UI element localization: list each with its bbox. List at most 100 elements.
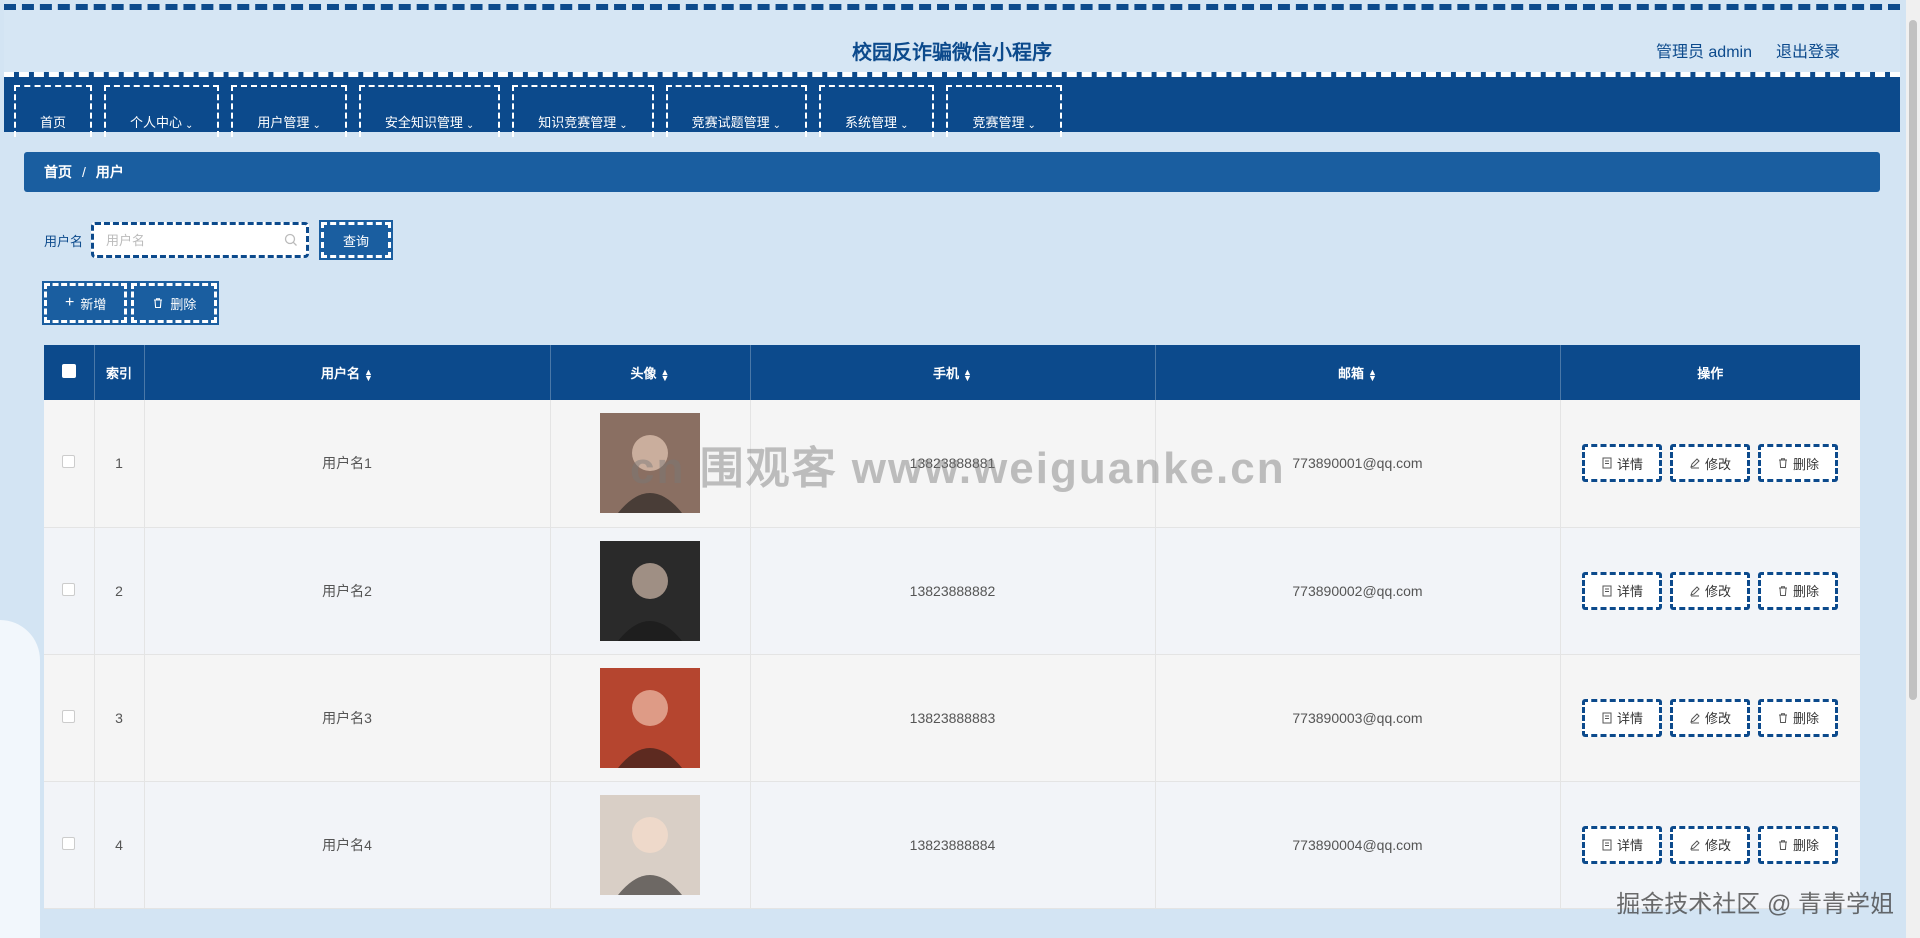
avatar-image [600, 540, 700, 641]
table-header-row: 索引 用户名 ▲ ▼ 头像 ▲ ▼ 手机 ▲ ▼ 邮箱 ▲ ▼ 操作 [44, 345, 1860, 400]
add-button[interactable]: + 新增 [41, 281, 130, 325]
row-avatar-cell [550, 654, 751, 782]
row-checkbox[interactable] [62, 709, 76, 723]
sort-icon[interactable]: ▲ ▼ [364, 367, 373, 382]
nav-item-system-management[interactable]: 系统管理 ⌄ [819, 85, 935, 137]
detail-label: 详情 [1616, 838, 1643, 853]
logout-link[interactable]: 退出登录 [1776, 38, 1840, 62]
delete-button[interactable]: 删除 [1758, 571, 1838, 610]
nav-item-user-management[interactable]: 用户管理 ⌄ [231, 85, 347, 137]
search-bar: 用户名 查询 [44, 220, 394, 260]
edit-label: 修改 [1704, 584, 1731, 599]
top-header: 校园反诈骗微信小程序 管理员 admin 退出登录 [4, 4, 1900, 76]
detail-button[interactable]: 详情 [1582, 571, 1662, 610]
column-header-label: 用户名 [321, 366, 361, 381]
edit-button[interactable]: 修改 [1670, 571, 1750, 610]
current-user-label: 管理员 admin [1655, 44, 1752, 61]
trash-icon [1778, 458, 1787, 469]
nav-item-label: 首页 [40, 115, 67, 130]
edit-button[interactable]: 修改 [1670, 698, 1750, 737]
nav-item-safety-knowledge[interactable]: 安全知识管理 ⌄ [358, 85, 501, 137]
chevron-down-icon: ⌄ [312, 120, 321, 131]
breadcrumb-separator: / [82, 164, 86, 180]
batch-delete-button[interactable]: 删除 [129, 281, 220, 325]
nav-item-contest-questions[interactable]: 竞赛试题管理 ⌄ [665, 85, 808, 137]
edit-icon [1690, 585, 1700, 596]
select-all-column [44, 345, 95, 400]
nav-item-contest-management[interactable]: 竞赛管理 ⌄ [946, 85, 1062, 137]
document-icon [1602, 585, 1612, 596]
nav-item-label: 个人中心 [130, 115, 183, 130]
row-checkbox[interactable] [62, 836, 76, 850]
vertical-scrollbar[interactable] [1906, 0, 1920, 938]
search-field [91, 222, 310, 258]
chevron-down-icon: ⌄ [900, 120, 909, 131]
delete-button[interactable]: 删除 [1758, 698, 1838, 737]
row-username: 用户名3 [144, 654, 551, 782]
decorative-background-shape [0, 620, 40, 938]
document-icon [1602, 712, 1612, 723]
sort-icon[interactable]: ▲ ▼ [963, 367, 972, 382]
trash-icon [154, 298, 163, 309]
document-icon [1602, 839, 1612, 850]
delete-button[interactable]: 删除 [1758, 444, 1838, 483]
edit-button[interactable]: 修改 [1670, 825, 1750, 864]
search-icon [284, 233, 297, 246]
breadcrumb-current: 用户 [95, 164, 124, 180]
detail-button[interactable]: 详情 [1582, 444, 1662, 483]
main-nav: 首页 个人中心 ⌄ 用户管理 ⌄ 安全知识管理 ⌄ 知识竞赛管理 ⌄ 竞赛试题管理 ⌄ 系… [4, 72, 1900, 137]
watermark-bottom: 掘金技术社区 @ 青青学姐 [1616, 891, 1894, 918]
chevron-down-icon: ⌄ [185, 120, 194, 131]
toolbar: + 新增 删除 [41, 281, 220, 325]
delete-button-label: 删除 [170, 296, 197, 312]
nav-item-label: 安全知识管理 [384, 115, 463, 130]
sort-icon[interactable]: ▲ ▼ [661, 367, 670, 382]
trash-icon [1778, 712, 1787, 723]
scrollbar-thumb[interactable] [1909, 20, 1917, 700]
column-header-username[interactable]: 用户名 ▲ ▼ [144, 345, 551, 400]
edit-label: 修改 [1704, 711, 1731, 726]
row-phone: 13823888884 [750, 781, 1156, 909]
app-title: 校园反诈骗微信小程序 [852, 42, 1052, 64]
detail-button[interactable]: 详情 [1582, 825, 1662, 864]
row-operations: 详情 修改 删除 [1560, 654, 1860, 782]
edit-icon [1690, 839, 1700, 850]
table-row: 2 用户名2 13823888882 773890002@qq.com 详情 修… [44, 527, 1860, 655]
edit-button[interactable]: 修改 [1670, 444, 1750, 483]
column-header-label: 头像 [630, 366, 657, 381]
delete-label: 删除 [1792, 711, 1819, 726]
column-header-index: 索引 [94, 345, 145, 400]
row-username: 用户名4 [144, 781, 551, 909]
nav-item-label: 竞赛管理 [972, 115, 1025, 130]
nav-item-personal-center[interactable]: 个人中心 ⌄ [104, 85, 220, 137]
username-search-input[interactable] [106, 232, 277, 248]
chevron-down-icon: ⌄ [619, 120, 628, 131]
column-header-avatar[interactable]: 头像 ▲ ▼ [550, 345, 751, 400]
column-header-email[interactable]: 邮箱 ▲ ▼ [1155, 345, 1561, 400]
table-row: 4 用户名4 13823888884 773890004@qq.com 详情 修… [44, 781, 1860, 909]
column-header-phone[interactable]: 手机 ▲ ▼ [750, 345, 1156, 400]
nav-item-home[interactable]: 首页 [14, 85, 93, 137]
detail-label: 详情 [1616, 456, 1643, 472]
chevron-down-icon: ⌄ [772, 120, 782, 131]
query-button[interactable]: 查询 [319, 220, 394, 260]
row-checkbox[interactable] [62, 455, 76, 469]
row-checkbox[interactable] [62, 582, 76, 596]
nav-items: 首页 个人中心 ⌄ 用户管理 ⌄ 安全知识管理 ⌄ 知识竞赛管理 ⌄ 竞赛试题管理 ⌄ 系… [14, 85, 1062, 137]
row-index: 2 [94, 527, 145, 655]
delete-button[interactable]: 删除 [1758, 825, 1838, 864]
edit-icon [1690, 458, 1700, 469]
row-avatar-cell [550, 781, 751, 909]
detail-label: 详情 [1616, 711, 1643, 726]
plus-icon: + [65, 294, 75, 311]
add-button-label: 新增 [80, 296, 107, 312]
trash-icon [1778, 839, 1787, 850]
row-index: 4 [94, 781, 145, 909]
delete-label: 删除 [1792, 456, 1819, 472]
sort-icon[interactable]: ▲ ▼ [1368, 367, 1377, 382]
breadcrumb-home[interactable]: 首页 [44, 162, 72, 182]
nav-item-knowledge-contest[interactable]: 知识竞赛管理 ⌄ [512, 85, 654, 137]
chevron-down-icon: ⌄ [465, 120, 475, 131]
detail-button[interactable]: 详情 [1582, 698, 1662, 737]
select-all-checkbox[interactable] [61, 364, 76, 378]
